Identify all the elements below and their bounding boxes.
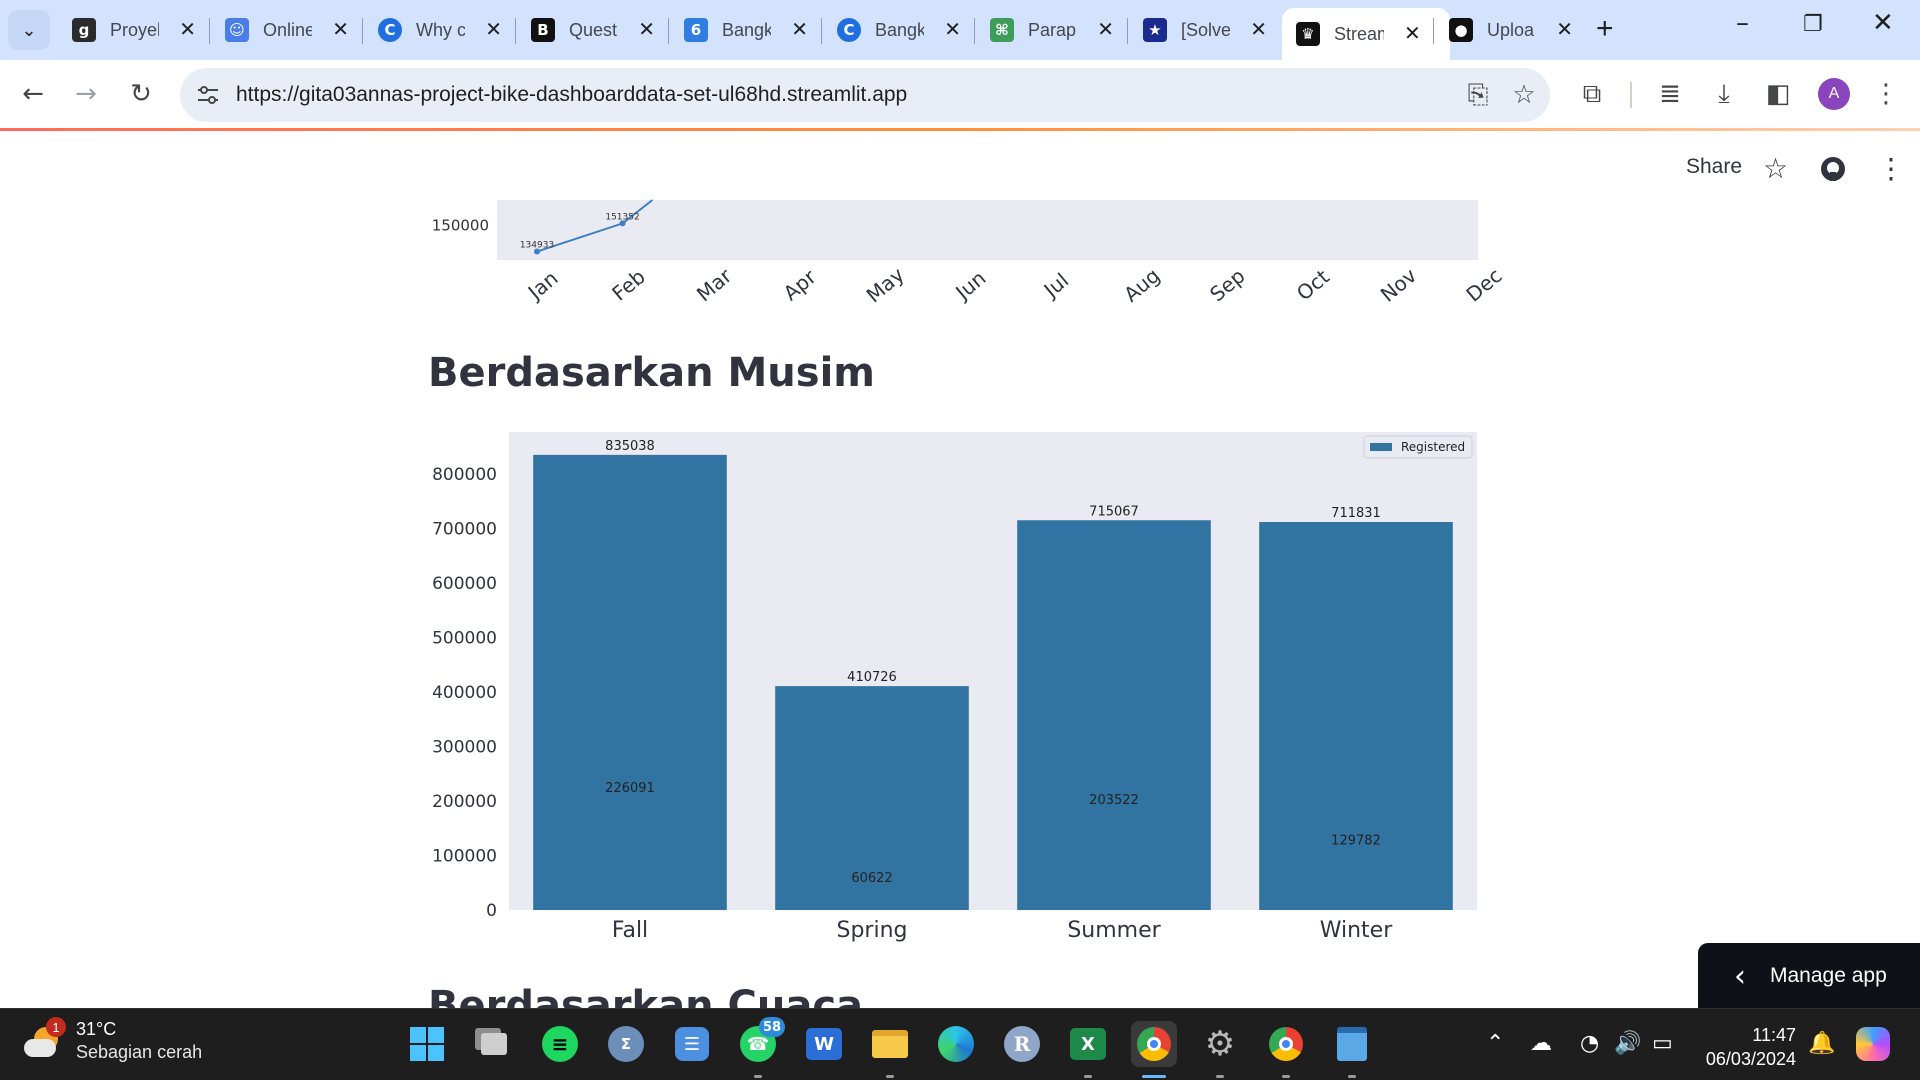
wifi-icon[interactable]: ◔ [1580,1031,1599,1056]
battery-icon[interactable]: ▭ [1652,1031,1673,1056]
line-chart-xtick-label: Feb [607,264,650,305]
line-chart-xtick-label: Jun [950,266,991,306]
section-title-season: Berdasarkan Musim [428,350,875,396]
show-hidden-icons-icon[interactable]: ⌃ [1486,1031,1504,1056]
bar-chart-ytick-label: 200000 [432,792,497,812]
line-chart-xtick-label: Mar [692,263,737,306]
bar-chart-value-label: 711831 [1331,506,1381,521]
file-explorer-icon[interactable] [867,1021,913,1067]
copilot-icon[interactable] [1850,1021,1896,1067]
line-chart-xtick-label: Oct [1292,265,1334,306]
bar-chart-ytick-label: 400000 [432,683,497,703]
weather-description: Sebagian cerah [76,1042,203,1062]
app-running-indicator [1282,1075,1290,1078]
whatsapp-icon[interactable]: ☎ 58 [735,1017,786,1067]
spotify-icon[interactable]: ≡ [537,1021,583,1067]
bar-chart-value-label: 835038 [605,439,655,454]
bar-chart-legend-swatch [1370,443,1392,451]
manage-app-label: Manage app [1770,964,1887,987]
onedrive-icon[interactable]: ☁ [1530,1031,1552,1056]
bar-chart-bar [1017,520,1211,910]
line-chart-xtick-label: Sep [1205,264,1249,307]
line-chart-ytick-label: 150000 [432,217,489,235]
r-language-icon[interactable]: R [999,1021,1045,1067]
notepad-icon[interactable] [1329,1021,1375,1067]
app-running-indicator [754,1075,762,1078]
clock-date: 06/03/2024 [1705,1049,1796,1069]
line-chart-xtick-label: Aug [1119,263,1164,306]
windows-start-icon[interactable] [404,1021,450,1067]
chevron-left-icon: ‹ [1734,958,1746,994]
math-input-icon[interactable]: Σ [603,1021,649,1067]
bar-chart-ytick-label: 300000 [432,737,497,757]
app-active-indicator [1142,1075,1166,1078]
chrome-icon[interactable] [1131,1021,1177,1067]
bar-chart-ytick-label: 700000 [432,519,497,539]
volume-icon[interactable]: 🔊 [1614,1031,1641,1056]
bar-chart-ytick-label: 100000 [432,846,497,866]
chrome-profile-icon[interactable] [1263,1021,1309,1067]
line-chart-xtick-label: Nov [1376,263,1421,307]
weather-badge: 1 [46,1017,66,1037]
weather-widget[interactable]: 1 31°C Sebagian cerah [22,1017,203,1063]
app-running-indicator [886,1075,894,1078]
partly-cloudy-icon: 1 [22,1017,66,1061]
excel-icon[interactable]: X [1065,1021,1111,1067]
app-running-indicator [1216,1075,1224,1078]
manage-app-button[interactable]: ‹ Manage app [1698,943,1920,1009]
bar-chart-inner-label: 203522 [1089,793,1139,808]
line-chart-point-label: 134933 [520,241,554,251]
line-chart-xtick-label: Apr [779,264,822,305]
line-chart-xtick-label: Jan [522,266,563,305]
whatsapp-badge: 58 [759,1017,786,1037]
line-chart-xtick-label: May [862,262,909,307]
line-chart-xtick-label: Jul [1038,268,1073,303]
bar-chart-value-label: 715067 [1089,504,1139,519]
system-clock[interactable]: 11:47 06/03/2024 [1700,1023,1796,1071]
bar-chart-xtick-label: Summer [1067,918,1161,943]
bar-chart-bar [533,454,727,910]
app-running-indicator [1348,1075,1356,1078]
notification-bell-icon[interactable]: 🔔 [1808,1031,1835,1056]
bar-chart-xtick-label: Fall [612,918,648,943]
bar-chart-ytick-label: 800000 [432,465,497,485]
bar-chart-ytick-label: 500000 [432,628,497,648]
windows-taskbar: 1 31°C Sebagian cerah ≡ Σ ☰ ☎ 58 W R X ⚙… [0,1008,1920,1080]
bar-chart-ytick-label: 600000 [432,574,497,594]
bar-chart-ytick-label: 0 [486,901,497,921]
settings-gear-icon[interactable]: ⚙ [1197,1021,1243,1067]
bar-chart-inner-label: 226091 [605,781,655,796]
word-icon[interactable]: W [801,1021,847,1067]
charts-canvas: 150000 134933 151352 Jan Feb Mar Apr May Jun Jul A… [432,199,1507,943]
bar-chart-xtick-label: Spring [837,918,908,943]
clock-time: 11:47 [1752,1025,1796,1045]
notepad-blue-icon[interactable]: ☰ [669,1021,715,1067]
task-view-icon[interactable] [471,1021,517,1067]
bar-chart-inner-label: 129782 [1331,833,1381,848]
bar-chart-bar [1259,522,1453,910]
line-chart-xtick-label: Dec [1461,263,1506,306]
app-running-indicator [1084,1075,1092,1078]
bar-chart-value-label: 410726 [847,670,897,685]
bar-chart-legend-label: Registered [1401,440,1465,454]
bar-chart-xtick-label: Winter [1320,918,1393,943]
bar-chart-inner-label: 60622 [851,871,892,886]
line-chart-point-label: 151352 [605,212,639,222]
weather-temperature: 31°C [76,1019,117,1039]
line-chart-plot-area [497,200,1478,260]
edge-icon[interactable] [933,1021,979,1067]
